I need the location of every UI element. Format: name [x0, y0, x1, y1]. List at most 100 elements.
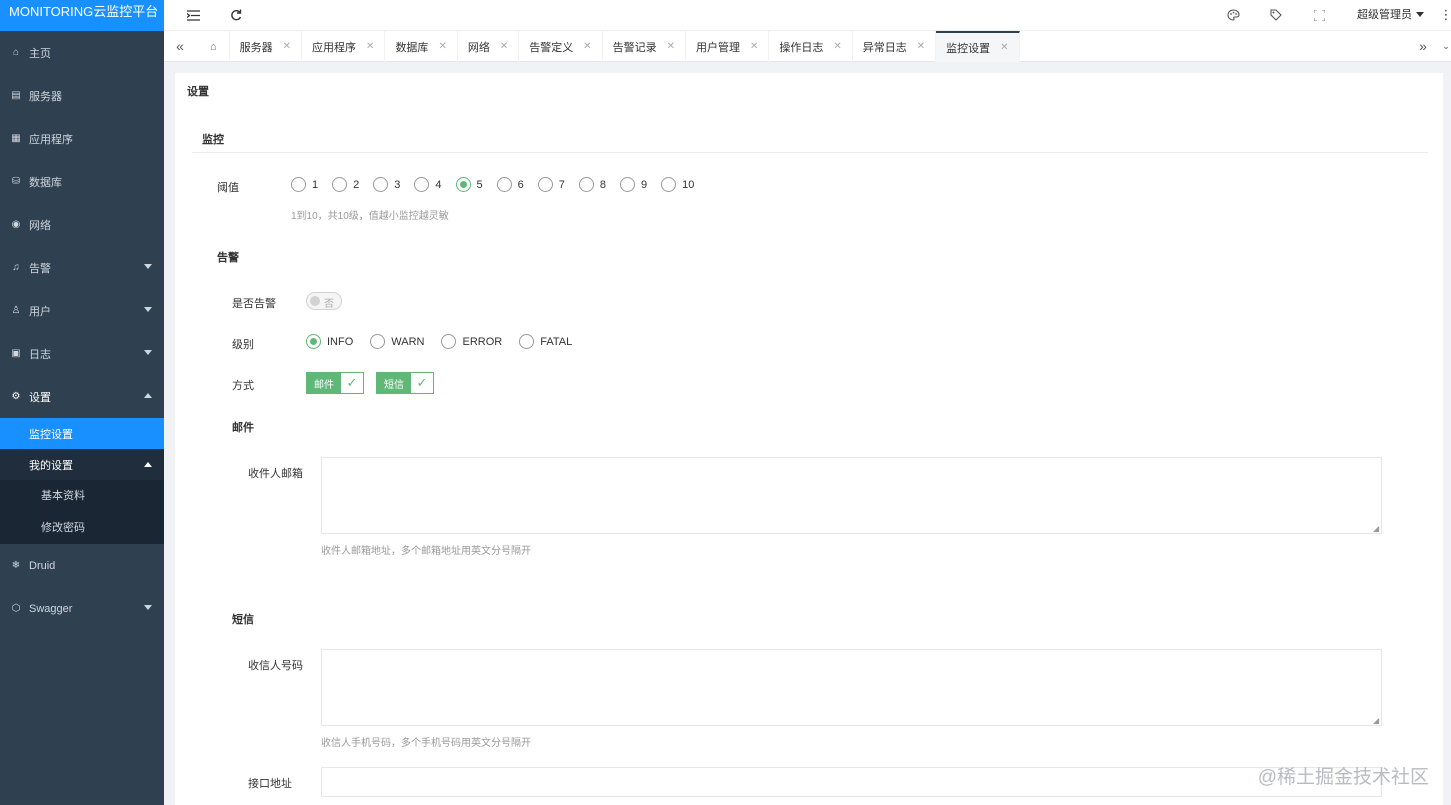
threshold-radio-group: 1 2 3 4 5 6 7 8 9 10: [291, 177, 708, 192]
close-icon[interactable]: ✕: [438, 41, 446, 52]
level-radio-error[interactable]: ERROR: [441, 334, 502, 349]
tab-home[interactable]: ⌂: [198, 31, 230, 62]
apps-icon: ▦: [11, 133, 21, 144]
sms-recipients-textarea[interactable]: [321, 649, 1382, 726]
close-icon[interactable]: ✕: [1000, 42, 1008, 53]
radio-label: 7: [558, 178, 565, 191]
radio-circle: [306, 334, 321, 349]
tab-exception-log[interactable]: 异常日志 ✕: [853, 31, 937, 62]
sidebar-item-apps[interactable]: ▦ 应用程序: [0, 117, 164, 160]
tab-operation-log[interactable]: 操作日志 ✕: [769, 31, 853, 62]
radio-circle: [332, 177, 348, 192]
threshold-radio-6[interactable]: 6: [496, 177, 524, 192]
tab-server[interactable]: 服务器 ✕: [230, 31, 303, 62]
sidebar-item-change-password[interactable]: 修改密码: [0, 510, 164, 544]
tabs-scroll-right-icon[interactable]: »: [1413, 36, 1433, 56]
threshold-radio-9[interactable]: 9: [620, 177, 647, 192]
sms-api-input[interactable]: [321, 767, 1382, 797]
tabs-scroll-left-icon[interactable]: «: [170, 36, 190, 56]
level-radio-fatal[interactable]: FATAL: [519, 334, 572, 349]
sidebar-item-settings[interactable]: ⚙ 设置: [0, 375, 164, 418]
radio-label: INFO: [327, 335, 354, 348]
mail-recipients-textarea[interactable]: [321, 457, 1382, 534]
sidebar-item-label: Druid: [29, 559, 56, 572]
tab-label: 监控设置: [946, 42, 991, 55]
close-icon[interactable]: ✕: [917, 41, 925, 52]
threshold-radio-8[interactable]: 8: [578, 177, 606, 192]
checkbox-label: 邮件: [307, 373, 341, 393]
sidebar-item-database[interactable]: ⛁ 数据库: [0, 160, 164, 203]
sms-recipients-hint: 收信人手机号码，多个手机号码用英文分号隔开: [321, 738, 531, 749]
chevron-up-icon: [144, 462, 152, 467]
resize-grip-icon[interactable]: ◢: [1373, 525, 1381, 533]
radio-label: 1: [312, 178, 319, 191]
threshold-radio-4[interactable]: 4: [414, 177, 442, 192]
tab-label: 网络: [467, 41, 490, 54]
sidebar-item-network[interactable]: ◉ 网络: [0, 203, 164, 246]
radio-circle: [620, 177, 635, 192]
sidebar-item-swagger[interactable]: ⬡ Swagger: [0, 587, 164, 630]
radio-circle: [370, 334, 386, 349]
theme-palette-icon[interactable]: [1223, 5, 1243, 25]
threshold-radio-3[interactable]: 3: [373, 177, 400, 192]
sidebar-item-user[interactable]: ♙ 用户: [0, 289, 164, 332]
sms-recipients-label: 收信人号码: [248, 660, 303, 672]
tab-monitor-settings[interactable]: 监控设置 ✕: [936, 31, 1020, 62]
method-sms-checkbox[interactable]: 短信 ✓: [376, 372, 434, 394]
close-icon[interactable]: ✕: [833, 41, 841, 52]
radio-label: 8: [599, 178, 606, 191]
checkbox-label: 短信: [377, 373, 411, 393]
sidebar-item-my-settings[interactable]: 我的设置: [0, 449, 164, 480]
tabs-dropdown-icon[interactable]: ⌄: [1441, 36, 1451, 56]
user-menu[interactable]: 超级管理员: [1357, 6, 1424, 22]
method-mail-checkbox[interactable]: 邮件 ✓: [306, 372, 364, 394]
tab-alarm-definition[interactable]: 告警定义 ✕: [519, 31, 603, 62]
tab-database[interactable]: 数据库 ✕: [385, 31, 458, 62]
resize-grip-icon[interactable]: ◢: [1373, 717, 1381, 725]
brand-logo[interactable]: MONITORING云监控平台: [0, 0, 164, 31]
menu-fold-icon[interactable]: [183, 5, 203, 25]
close-icon[interactable]: ✕: [366, 41, 374, 52]
tab-network[interactable]: 网络 ✕: [458, 31, 520, 62]
close-icon[interactable]: ✕: [750, 41, 758, 52]
threshold-radio-1[interactable]: 1: [291, 177, 318, 192]
close-icon[interactable]: ✕: [500, 41, 508, 52]
tab-label: 告警记录: [612, 41, 657, 54]
fullscreen-icon[interactable]: [1309, 5, 1329, 25]
tab-apps[interactable]: 应用程序 ✕: [302, 31, 386, 62]
tab-user-management[interactable]: 用户管理 ✕: [686, 31, 770, 62]
sidebar-item-label: 用户: [29, 305, 51, 318]
sidebar-item-label: 告警: [29, 262, 51, 275]
close-icon[interactable]: ✕: [283, 41, 291, 52]
refresh-icon[interactable]: [226, 5, 246, 25]
alarm-enabled-switch[interactable]: 否: [306, 292, 342, 310]
sidebar-item-alarm[interactable]: ♫ 告警: [0, 246, 164, 289]
level-radio-info[interactable]: INFO: [306, 334, 353, 349]
watermark-text: @稀土掘金技术社区: [1257, 767, 1429, 788]
level-radio-warn[interactable]: WARN: [370, 334, 424, 349]
close-icon[interactable]: ✕: [583, 41, 591, 52]
alarm-method-label: 方式: [232, 380, 254, 392]
tab-label: 异常日志: [862, 41, 907, 54]
sidebar-item-server[interactable]: ▤ 服务器: [0, 74, 164, 117]
sidebar-item-label: 日志: [29, 348, 51, 361]
more-vertical-icon[interactable]: ⋮: [1440, 5, 1451, 25]
sidebar-item-log[interactable]: ▣ 日志: [0, 332, 164, 375]
settings-card: 设置 监控 阈值 1 2 3 4 5 6 7 8 9 10 1到10，共10级，值越小监控越灵敏 …: [175, 73, 1443, 805]
sidebar-item-druid[interactable]: ❄ Druid: [0, 544, 164, 587]
sidebar-item-home[interactable]: ⌂ 主页: [0, 31, 164, 74]
threshold-radio-5[interactable]: 5: [455, 177, 483, 192]
threshold-radio-10[interactable]: 10: [661, 177, 694, 192]
sidebar-item-basic-info[interactable]: 基本资料: [0, 480, 164, 510]
threshold-radio-7[interactable]: 7: [537, 177, 565, 192]
sidebar-item-monitor-settings[interactable]: 监控设置: [0, 418, 164, 449]
tag-icon[interactable]: [1266, 5, 1286, 25]
close-icon[interactable]: ✕: [667, 41, 675, 52]
radio-label: 9: [641, 178, 648, 191]
tab-alarm-record[interactable]: 告警记录 ✕: [603, 31, 686, 62]
threshold-radio-2[interactable]: 2: [332, 177, 359, 192]
radio-circle: [414, 177, 430, 192]
user-icon: ♙: [11, 305, 21, 316]
section-alarm-title: 告警: [217, 252, 239, 264]
tab-label: 应用程序: [312, 41, 357, 54]
